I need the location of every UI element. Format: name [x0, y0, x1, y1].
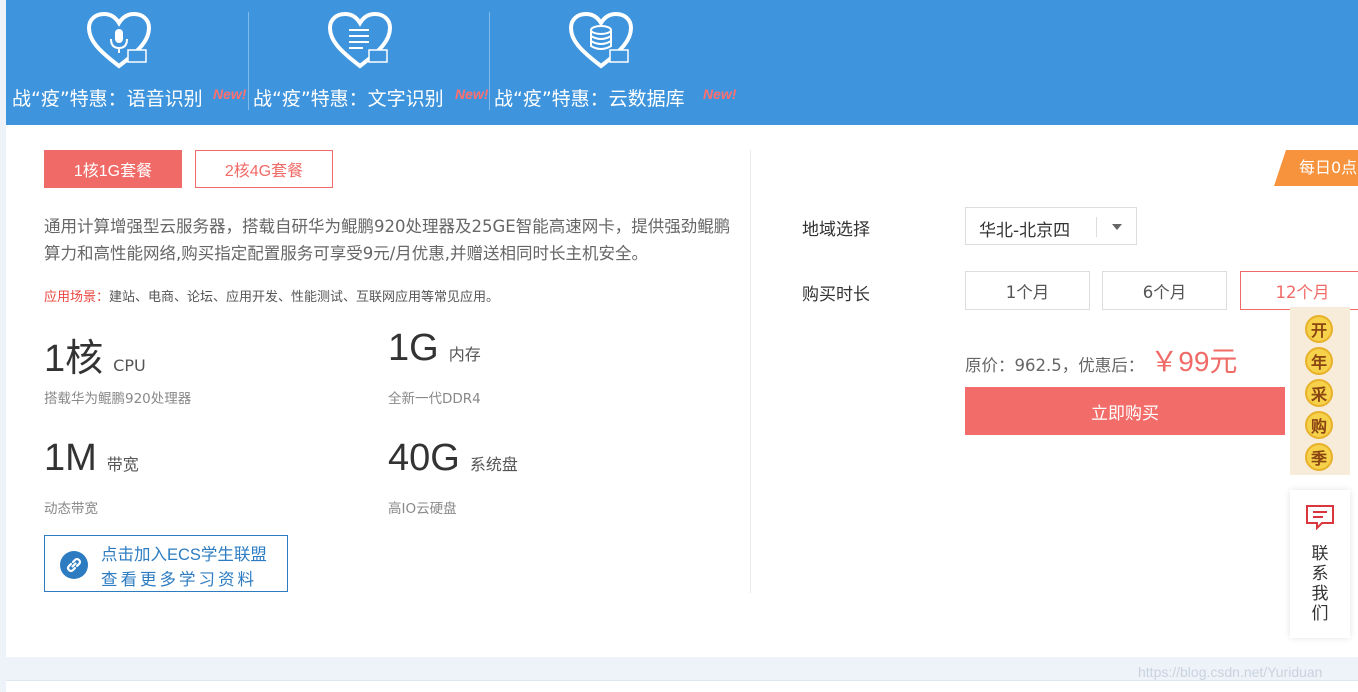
product-panel: 1核1G套餐 2核4G套餐 通用计算增强型云服务器，搭载自研华为鲲鹏920处理器…: [6, 125, 1358, 657]
package-1c1g-button[interactable]: 1核1G套餐: [44, 150, 182, 188]
product-description: 通用计算增强型云服务器，搭载自研华为鲲鹏920处理器及25GE智能高速网卡，提供…: [44, 217, 731, 263]
banner-char: 采: [1305, 379, 1333, 407]
duration-option-1-month[interactable]: 1个月: [965, 271, 1090, 310]
sale-price: ￥99元: [1150, 346, 1238, 377]
panel-divider: [750, 150, 751, 593]
spec-sub: 高IO云硬盘: [388, 501, 457, 517]
heart-database-icon: [568, 12, 634, 69]
banner-char: 年: [1305, 347, 1333, 375]
promo-label: 战“疫”特惠：文字识别: [253, 88, 444, 110]
spec-system-disk: 40G 系统盘: [388, 437, 518, 480]
link-icon: [60, 551, 88, 579]
duration-option-12-months[interactable]: 12个月: [1240, 271, 1358, 310]
duration-label: 购买时长: [802, 285, 870, 305]
spec-value: 40G: [388, 437, 460, 479]
chat-icon: [1306, 505, 1334, 530]
spec-cpu: 1核 CPU: [44, 327, 146, 382]
region-value: 华北-北京四: [979, 221, 1071, 241]
original-price: 原价：962.5，优惠后：: [965, 356, 1145, 375]
spec-sub: 动态带宽: [44, 501, 98, 517]
contact-us-button[interactable]: 联系我们: [1290, 490, 1350, 638]
next-section: [6, 680, 1358, 692]
promo-speech-recognition[interactable]: 战“疫”特惠：语音识别 New!: [6, 0, 247, 125]
banner-char: 开: [1305, 315, 1333, 343]
promo-cloud-database[interactable]: 战“疫”特惠：云数据库 New!: [488, 0, 736, 125]
price-row: 原价：962.5，优惠后： ￥99元: [965, 340, 1237, 380]
new-badge: New!: [455, 86, 489, 102]
new-badge: New!: [703, 86, 737, 102]
contact-label: 联系我们: [1311, 544, 1329, 624]
spec-unit: CPU: [113, 356, 146, 375]
spec-sub: 全新一代DDR4: [388, 391, 481, 407]
application-scene: 应用场景：建站、电商、论坛、应用开发、性能测试、互联网应用等常见应用。: [44, 286, 499, 305]
promo-bar: 战“疫”特惠：语音识别 New! 战“疫”特惠：文字识别 New! 战“疫”特惠…: [6, 0, 1358, 125]
region-select[interactable]: 华北-北京四: [965, 207, 1137, 245]
spec-value: 1核: [44, 338, 104, 380]
banner-char: 购: [1305, 411, 1333, 439]
watermark: https://blog.csdn.net/Yuriduan: [1138, 664, 1323, 680]
spring-procurement-banner[interactable]: 开 年 采 购 季: [1290, 307, 1350, 475]
ecs-student-alliance-link[interactable]: 点击加入ECS学生联盟 查看更多学习资料: [44, 535, 288, 592]
promo-label: 战“疫”特惠：语音识别: [12, 88, 203, 110]
heart-mic-icon: [86, 12, 152, 69]
spec-memory: 1G 内存: [388, 327, 481, 370]
promo-label: 战“疫”特惠：云数据库: [494, 88, 685, 110]
chevron-down-icon: [1112, 224, 1122, 230]
package-2c4g-button[interactable]: 2核4G套餐: [195, 150, 333, 188]
ecs-line2: 查看更多学习资料: [101, 570, 257, 589]
select-separator: [1096, 217, 1097, 237]
daily-badge: 每日0点: [1274, 150, 1358, 186]
promo-text-recognition[interactable]: 战“疫”特惠：文字识别 New!: [247, 0, 488, 125]
banner-char: 季: [1305, 443, 1333, 471]
scene-label: 应用场景：: [44, 290, 110, 305]
spec-unit: 内存: [448, 345, 481, 364]
spec-bandwidth: 1M 带宽: [44, 437, 139, 480]
heart-document-icon: [327, 12, 393, 69]
spec-value: 1M: [44, 437, 97, 479]
spec-value: 1G: [388, 327, 439, 369]
ecs-line1: 点击加入ECS学生联盟: [101, 546, 267, 564]
new-badge: New!: [213, 86, 247, 102]
duration-option-6-months[interactable]: 6个月: [1102, 271, 1227, 310]
spec-unit: 带宽: [106, 455, 139, 474]
region-label: 地域选择: [802, 220, 870, 240]
spec-unit: 系统盘: [469, 455, 518, 474]
buy-now-button[interactable]: 立即购买: [965, 387, 1285, 435]
spec-sub: 搭载华为鲲鹏920处理器: [44, 391, 192, 407]
scene-text: 建站、电商、论坛、应用开发、性能测试、互联网应用等常见应用。: [109, 290, 500, 305]
